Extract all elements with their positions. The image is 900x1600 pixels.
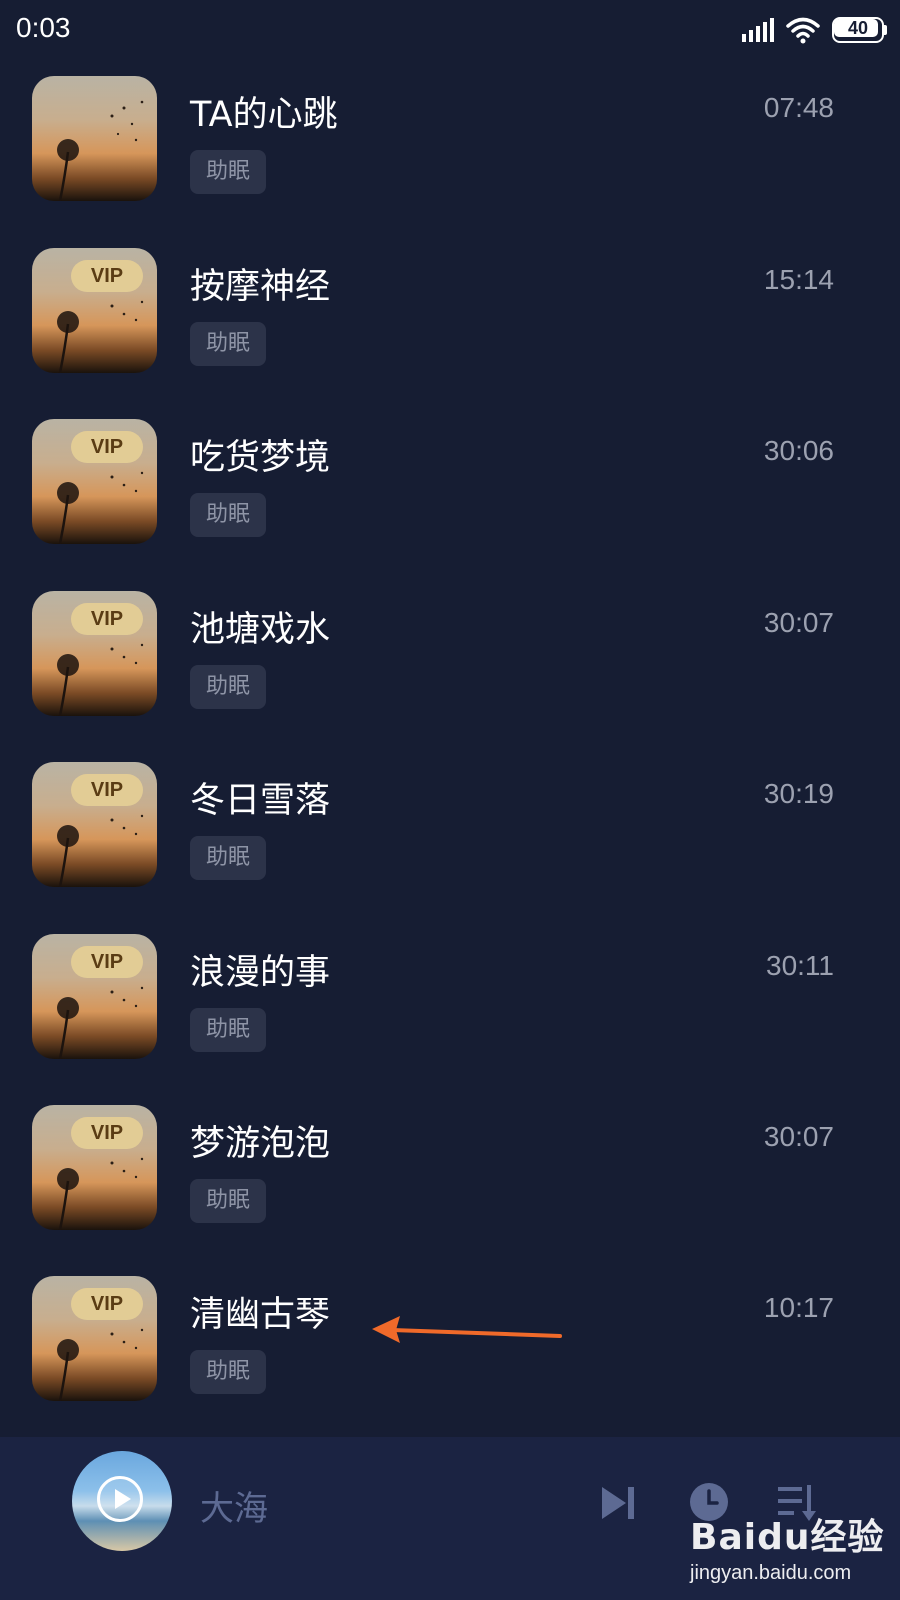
vip-badge: VIP <box>71 431 143 463</box>
watermark-url: jingyan.baidu.com <box>690 1562 852 1584</box>
track-tag: 助眠 <box>190 322 267 366</box>
track-tag: 助眠 <box>190 836 267 880</box>
track-tag: 助眠 <box>190 1350 267 1394</box>
track-tag: 助眠 <box>190 150 267 194</box>
battery-level-text: 40 <box>847 18 869 38</box>
track-cover-image: VIP <box>32 1105 157 1230</box>
track-item[interactable]: VIP 按摩神经 助眠 15:14 <box>0 232 900 373</box>
track-title: 冬日雪落 <box>190 781 331 821</box>
track-duration: 30:07 <box>763 607 834 638</box>
track-item[interactable]: VIP 冬日雪落 助眠 30:19 <box>0 746 900 887</box>
track-tag: 助眠 <box>190 1008 267 1052</box>
vip-badge: VIP <box>71 1117 143 1149</box>
battery-icon: 40 <box>832 17 888 43</box>
track-title: 梦游泡泡 <box>190 1124 331 1164</box>
track-title: 浪漫的事 <box>190 953 331 993</box>
track-title: 吃货梦境 <box>190 438 331 478</box>
track-cover-image <box>32 76 157 201</box>
track-cover-image: VIP <box>32 591 157 716</box>
track-duration: 07:48 <box>763 92 834 123</box>
track-duration: 30:06 <box>763 435 834 466</box>
track-tag: 助眠 <box>190 493 267 537</box>
wifi-icon <box>786 17 820 44</box>
track-tag: 助眠 <box>190 665 267 709</box>
track-duration: 10:17 <box>763 1292 834 1323</box>
signal-icon <box>742 18 774 42</box>
track-cover-image: VIP <box>32 1276 157 1401</box>
status-time: 0:03 <box>16 12 71 43</box>
track-title: 清幽古琴 <box>190 1295 331 1335</box>
track-item[interactable]: VIP 浪漫的事 助眠 30:11 <box>0 918 900 1059</box>
vip-badge: VIP <box>71 260 143 292</box>
track-duration: 30:19 <box>763 778 834 809</box>
annotation-arrow-icon <box>372 1316 562 1343</box>
watermark-logo: Baidu经验 <box>690 1517 885 1558</box>
track-cover-image: VIP <box>32 419 157 544</box>
track-item[interactable]: TA的心跳 助眠 07:48 <box>0 60 900 201</box>
next-icon[interactable] <box>598 1483 638 1523</box>
track-title: TA的心跳 <box>190 95 338 135</box>
track-cover-image: VIP <box>32 934 157 1059</box>
track-tag: 助眠 <box>190 1179 267 1223</box>
track-item[interactable]: VIP 吃货梦境 助眠 30:06 <box>0 403 900 544</box>
track-duration: 30:07 <box>763 1121 834 1152</box>
vip-badge: VIP <box>71 603 143 635</box>
vip-badge: VIP <box>71 946 143 978</box>
track-title: 池塘戏水 <box>190 610 331 650</box>
play-icon[interactable] <box>97 1476 143 1522</box>
player-track-title: 大海 <box>200 1489 268 1529</box>
track-title: 按摩神经 <box>190 267 331 307</box>
track-duration: 30:11 <box>766 950 834 981</box>
track-item[interactable]: VIP 梦游泡泡 助眠 30:07 <box>0 1089 900 1230</box>
vip-badge: VIP <box>71 1288 143 1320</box>
track-cover-image: VIP <box>32 248 157 373</box>
track-cover-image: VIP <box>32 762 157 887</box>
baidu-jingyan-watermark: Baidu经验 jingyan.baidu.com <box>690 1508 890 1598</box>
status-bar: 0:03 40 <box>0 0 900 60</box>
vip-badge: VIP <box>71 774 143 806</box>
track-item[interactable]: VIP 池塘戏水 助眠 30:07 <box>0 575 900 716</box>
track-duration: 15:14 <box>763 264 834 295</box>
